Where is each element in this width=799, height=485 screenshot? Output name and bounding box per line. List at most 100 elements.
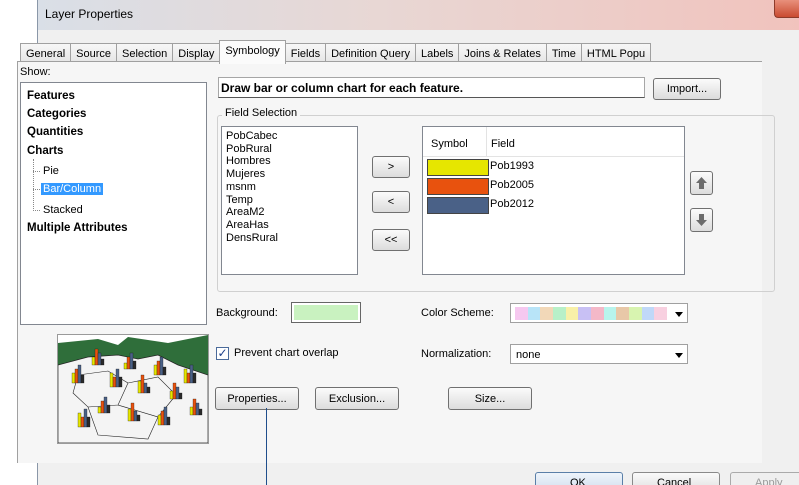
color-ramp-segment <box>565 307 579 320</box>
preview-bar <box>186 372 191 384</box>
preview-bar <box>118 376 123 388</box>
table-row[interactable]: Pob2012 <box>427 196 682 214</box>
preview-bar <box>80 416 85 428</box>
move-down-button[interactable] <box>690 208 713 232</box>
field-name: Pob2005 <box>490 179 535 191</box>
preview-bar <box>136 414 141 422</box>
background-color-button[interactable] <box>291 302 361 323</box>
apply-button[interactable]: Apply <box>730 472 799 485</box>
list-item[interactable]: msnm <box>226 181 353 194</box>
preview-bar <box>163 406 168 426</box>
preview-bar <box>183 368 188 384</box>
table-row[interactable]: Pob1993 <box>427 158 682 176</box>
import-button[interactable]: Import... <box>653 78 721 100</box>
selected-fields-table[interactable]: Symbol Field Pob1993 Pob2005 Pob2012 <box>422 126 685 275</box>
color-scheme-ramp <box>515 307 668 320</box>
title-bar[interactable]: Layer Properties <box>38 0 799 30</box>
table-row[interactable]: Pob2005 <box>427 177 682 195</box>
preview-bar <box>132 360 137 370</box>
background-label: Background: <box>216 307 278 319</box>
preview-bar <box>103 396 108 414</box>
preview-bar <box>189 364 194 384</box>
exclusion-button[interactable]: Exclusion... <box>315 387 399 410</box>
tab-strip: General Source Selection Display Symbology Fi… <box>20 40 652 64</box>
preview-bar <box>97 406 102 414</box>
color-ramp-segment <box>654 307 668 320</box>
symbol-swatch[interactable] <box>427 178 489 195</box>
list-item[interactable]: PobCabec <box>226 130 353 143</box>
color-scheme-dropdown[interactable] <box>510 303 688 323</box>
move-up-button[interactable] <box>690 171 713 195</box>
window-title: Layer Properties <box>45 7 134 21</box>
normalization-dropdown[interactable]: none <box>510 344 688 364</box>
preview-bar <box>109 372 114 388</box>
cancel-button[interactable]: Cancel <box>632 472 720 485</box>
color-ramp-segment <box>641 307 655 320</box>
tree-item-charts[interactable]: Charts <box>27 145 63 157</box>
preview-bar <box>192 372 197 384</box>
list-item[interactable]: Temp <box>226 194 353 207</box>
prevent-overlap-checkbox[interactable]: ✓ <box>216 347 229 360</box>
tree-item-pie[interactable]: Pie <box>43 165 59 177</box>
preview-bar <box>156 360 161 376</box>
symbol-swatch[interactable] <box>427 159 489 176</box>
normalization-value: none <box>516 349 541 361</box>
tree-item-categories[interactable]: Categories <box>27 108 86 120</box>
tree-item-features[interactable]: Features <box>27 90 75 102</box>
preview-bar <box>140 374 145 394</box>
preview-bar <box>189 406 194 416</box>
table-header: Symbol Field <box>423 127 684 157</box>
color-ramp-segment <box>578 307 592 320</box>
show-tree[interactable]: Features Categories Quantities Charts Pi… <box>20 82 207 325</box>
arrow-down-icon <box>696 214 707 226</box>
column-divider <box>486 127 487 157</box>
remove-all-fields-button[interactable]: << <box>372 229 410 251</box>
symbol-swatch[interactable] <box>427 197 489 214</box>
description-text: Draw bar or column chart for each featur… <box>218 77 645 98</box>
field-name: Pob1993 <box>490 160 535 172</box>
properties-button[interactable]: Properties... <box>215 387 299 410</box>
preview-bar <box>112 376 117 388</box>
preview-bar <box>169 390 174 400</box>
color-ramp-segment <box>629 307 642 320</box>
field-selection-title: Field Selection <box>222 107 301 119</box>
size-button[interactable]: Size... <box>448 387 532 410</box>
preview-bar <box>133 410 138 422</box>
available-fields-list[interactable]: PobCabec PobRural Hombres Mujeres msnm Temp Ar… <box>221 126 358 275</box>
show-label: Show: <box>20 66 51 78</box>
color-ramp-segment <box>553 307 566 320</box>
preview-bar <box>106 404 111 414</box>
list-item[interactable]: Mujeres <box>226 168 353 181</box>
add-field-button[interactable]: > <box>372 156 410 178</box>
preview-bar <box>77 364 82 384</box>
preview-bar <box>97 352 102 366</box>
tab-symbology[interactable]: Symbology <box>219 40 286 64</box>
list-item[interactable]: AreaHas <box>226 219 353 232</box>
field-name: Pob2012 <box>490 198 535 210</box>
list-item[interactable]: Hombres <box>226 155 353 168</box>
remove-field-button[interactable]: < <box>372 191 410 213</box>
close-button[interactable] <box>774 0 799 18</box>
tree-item-multiple-attributes[interactable]: Multiple Attributes <box>27 222 128 234</box>
list-item[interactable]: DensRural <box>226 232 353 245</box>
preview-bar <box>86 416 91 428</box>
tree-item-bar-column[interactable]: Bar/Column <box>41 183 104 195</box>
preview-bar <box>192 398 197 416</box>
preview-bar <box>195 402 200 416</box>
column-header-field: Field <box>491 138 515 150</box>
list-item[interactable]: PobRural <box>226 143 353 156</box>
preview-bar <box>80 374 85 384</box>
tree-item-quantities[interactable]: Quantities <box>27 126 83 138</box>
preview-bar <box>129 352 134 370</box>
column-header-symbol: Symbol <box>431 138 468 150</box>
list-item[interactable]: AreaM2 <box>226 206 353 219</box>
preview-bar <box>146 386 151 394</box>
preview-bar <box>157 414 162 426</box>
preview-bar <box>159 356 164 376</box>
tree-item-stacked[interactable]: Stacked <box>43 204 83 216</box>
ok-button[interactable]: OK <box>535 472 623 485</box>
preview-bar <box>100 358 105 366</box>
preview-bar <box>175 386 180 400</box>
preview-bar <box>130 402 135 422</box>
tree-connector <box>33 189 40 190</box>
